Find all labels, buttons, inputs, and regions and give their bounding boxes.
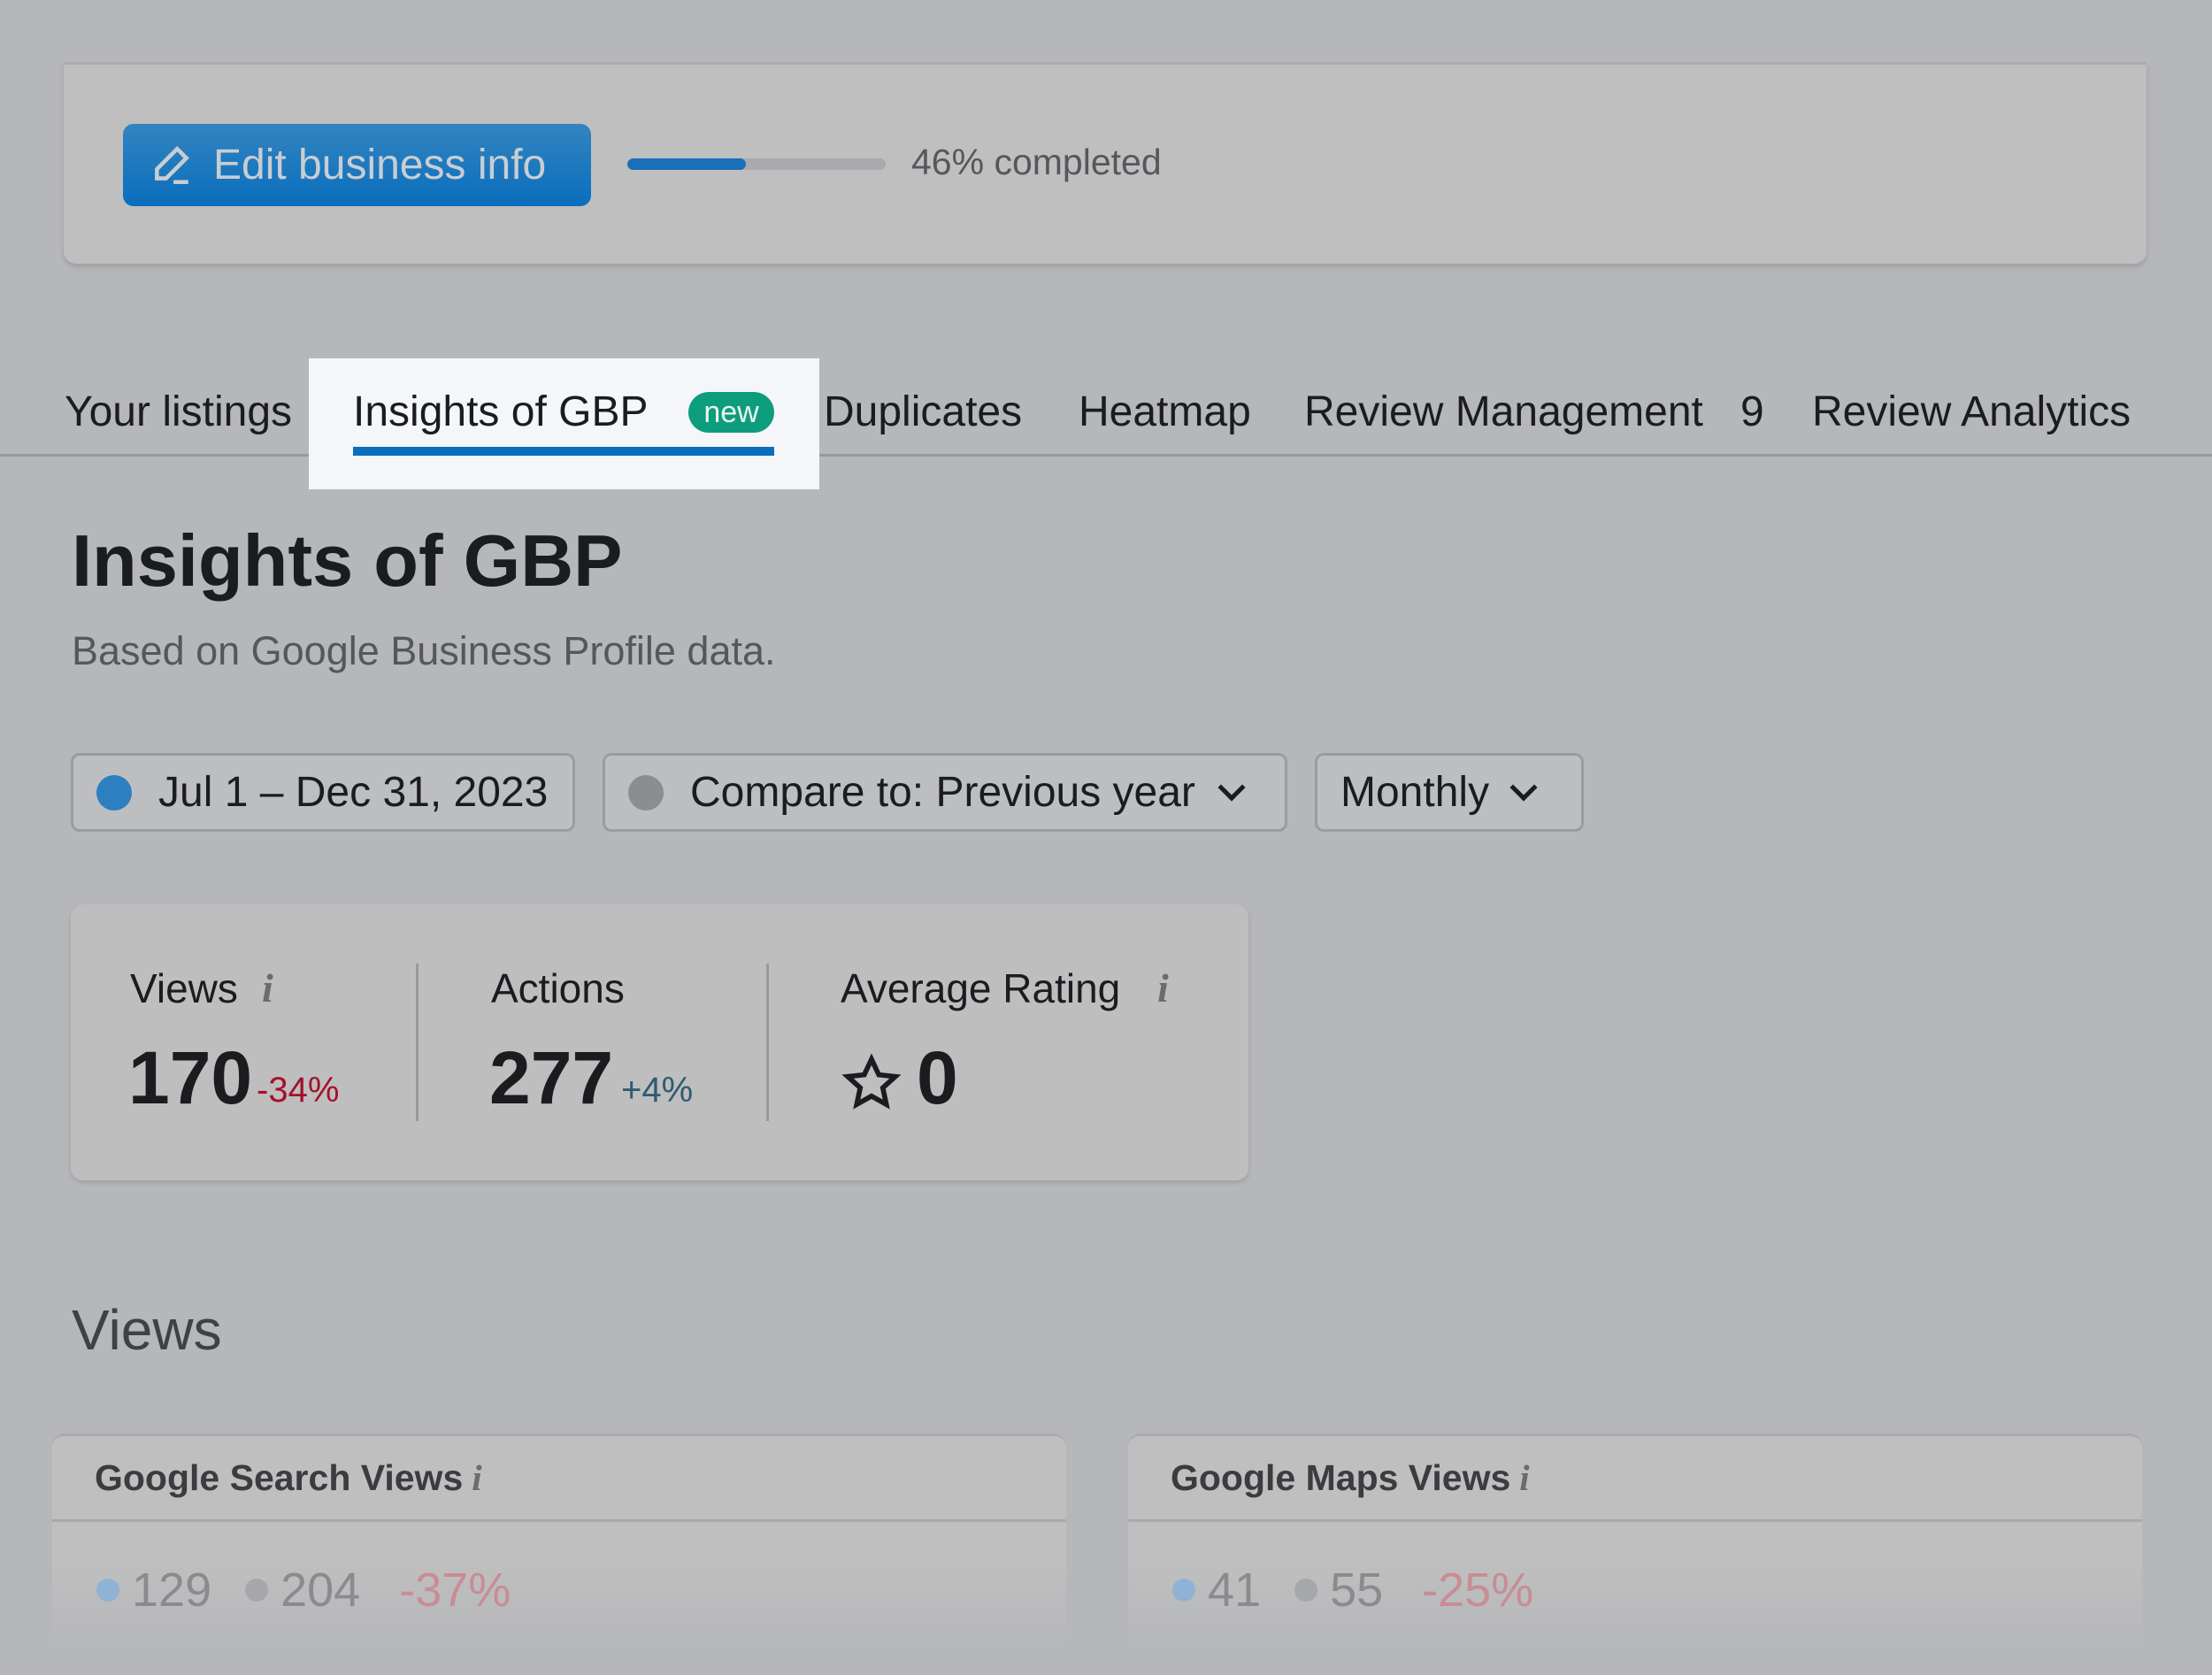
completion-progress-bar (627, 158, 886, 170)
info-icon[interactable]: i (1519, 1456, 1529, 1499)
chevron-down-icon (1217, 772, 1246, 802)
pencil-icon (155, 145, 189, 184)
tab-review-management[interactable]: Review Management (1304, 388, 1703, 436)
period-value: Monthly (1340, 769, 1490, 816)
actions-stat-label: Actions (491, 965, 625, 1011)
compare-dropdown[interactable]: Compare to: Previous year (603, 753, 1287, 832)
chevron-down-icon (1509, 772, 1538, 802)
info-icon[interactable]: i (262, 964, 273, 1011)
tab-heatmap[interactable]: Heatmap (1079, 388, 1251, 436)
page-title: Insights of GBP (72, 519, 623, 602)
page-subtitle: Based on Google Business Profile data. (72, 628, 776, 673)
tab-duplicates[interactable]: Duplicates (824, 388, 1022, 436)
compare-period-dot-icon (628, 774, 664, 811)
rating-stat-value: 0 (917, 1036, 958, 1119)
star-icon (841, 1053, 902, 1110)
google-maps-views-card: Google Maps Views i 41 55 -25% (1128, 1433, 2142, 1646)
info-icon[interactable]: i (472, 1456, 481, 1499)
edit-business-info-button[interactable]: Edit business info (123, 124, 591, 206)
period-dropdown[interactable]: Monthly (1315, 753, 1584, 832)
previous-value: 55 (1330, 1564, 1384, 1617)
edit-business-info-label: Edit business info (213, 142, 547, 188)
current-dot-icon (96, 1579, 119, 1602)
views-stat-label: Views (130, 965, 238, 1011)
date-range-picker[interactable]: Jul 1 – Dec 31, 2023 (71, 753, 575, 832)
completion-text: 46% completed (911, 142, 1162, 182)
info-icon[interactable]: i (1157, 964, 1169, 1011)
active-tab-underline (353, 447, 774, 456)
actions-stat-change: +4% (621, 1071, 694, 1110)
review-management-count: 9 (1740, 388, 1764, 435)
progress-fill (627, 158, 747, 170)
current-period-dot-icon (96, 774, 132, 811)
actions-stat-value: 277 (489, 1036, 614, 1119)
tab-your-listings[interactable]: Your listings (65, 388, 292, 436)
tab-insights-of-gbp[interactable]: Insights of GBP (353, 388, 649, 436)
current-value: 41 (1208, 1564, 1262, 1617)
previous-dot-icon (1294, 1579, 1318, 1602)
current-value: 129 (132, 1564, 212, 1617)
date-range-value: Jul 1 – Dec 31, 2023 (158, 769, 549, 816)
compare-value: Compare to: Previous year (690, 769, 1195, 816)
stat-divider (766, 964, 769, 1121)
stat-divider (416, 964, 419, 1121)
change-value: -37% (399, 1564, 511, 1617)
card-title: Google Search Views (95, 1456, 464, 1498)
views-stat-value: 170 (128, 1036, 253, 1119)
views-stat-change: -34% (257, 1071, 340, 1110)
card-title: Google Maps Views (1171, 1456, 1511, 1498)
previous-value: 204 (280, 1564, 361, 1617)
change-value: -25% (1422, 1564, 1534, 1617)
google-search-views-card: Google Search Views i 129 204 -37% (52, 1433, 1066, 1646)
previous-dot-icon (245, 1579, 269, 1602)
new-badge: new (688, 392, 774, 433)
tab-review-analytics[interactable]: Review Analytics (1812, 388, 2131, 436)
rating-stat-label: Average Rating (841, 965, 1121, 1011)
views-section-heading: Views (72, 1298, 222, 1362)
current-dot-icon (1172, 1579, 1195, 1602)
